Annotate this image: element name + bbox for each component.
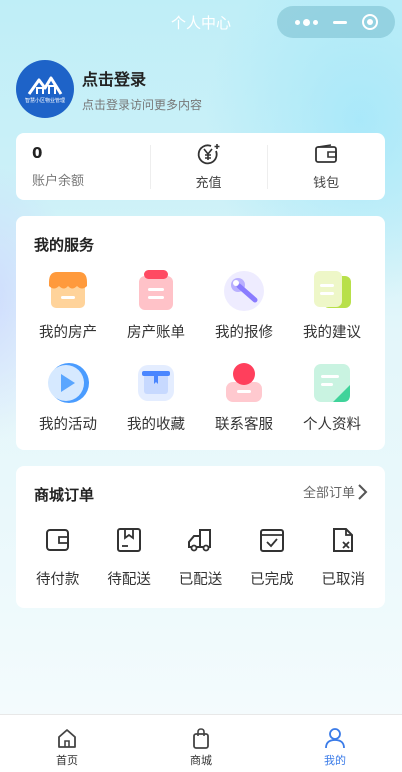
service-my-repair[interactable]: 我的报修 (200, 268, 288, 360)
building-logo-icon (27, 76, 63, 95)
order-label: 已配送 (178, 572, 223, 588)
shopping-bag-icon (193, 728, 209, 749)
order-label: 待配送 (107, 572, 151, 588)
balance-card: 0 账户余额 充值 钱包 (16, 133, 385, 200)
orders-card: 商城订单 全部订单 待付款 待配送 已配送 已完成 已取消 (16, 466, 385, 608)
service-label: 个人资料 (303, 417, 361, 433)
order-status-row: 待付款 待配送 已配送 已完成 已取消 (16, 526, 385, 589)
wallet-icon (44, 526, 72, 554)
recharge-label: 充值 (195, 175, 222, 191)
package-icon (115, 526, 143, 554)
login-profile[interactable]: 智慧小区物业管理 点击登录 点击登录访问更多内容 (16, 60, 202, 118)
order-pending-delivery[interactable]: 待配送 (94, 526, 164, 589)
order-cancelled[interactable]: 已取消 (308, 526, 378, 589)
service-contact-support[interactable]: 联系客服 (200, 360, 288, 452)
recharge-icon (197, 143, 221, 165)
truck-icon (186, 526, 214, 554)
account-balance[interactable]: 0 账户余额 (16, 133, 150, 200)
service-label: 我的建议 (303, 325, 361, 341)
wrench-icon (221, 268, 267, 314)
services-title: 我的服务 (34, 236, 95, 254)
service-personal-info[interactable]: 个人资料 (288, 360, 376, 452)
services-grid: 我的房产 房产账单 我的报修 我的建议 我的活动 我的收藏 联系客服 个人资料 (16, 268, 385, 452)
service-label: 联系客服 (215, 417, 273, 433)
service-label: 我的房产 (39, 325, 97, 341)
profile-icon (309, 360, 355, 406)
collect-icon (133, 360, 179, 406)
page-title: 个人中心 (170, 13, 231, 32)
service-my-suggestion[interactable]: 我的建议 (288, 268, 376, 360)
order-label: 已取消 (321, 572, 366, 588)
play-icon (45, 360, 91, 406)
tab-label: 我的 (324, 754, 346, 767)
service-label: 我的报修 (215, 325, 273, 341)
service-label: 我的收藏 (127, 417, 185, 433)
service-label: 我的活动 (39, 417, 97, 433)
bill-icon (133, 268, 179, 314)
wallet-icon (314, 143, 338, 165)
tab-home[interactable]: 首页 (0, 715, 134, 772)
wallet-label: 钱包 (313, 175, 340, 191)
home-icon (58, 729, 76, 748)
balance-amount: 0 (32, 144, 43, 162)
wallet-button[interactable]: 钱包 (267, 133, 385, 200)
order-label: 已完成 (250, 572, 294, 588)
service-my-property[interactable]: 我的房产 (24, 268, 112, 360)
order-pending-payment[interactable]: 待付款 (23, 526, 93, 589)
services-card: 我的服务 我的房产 房产账单 我的报修 我的建议 我的活动 我的收藏 联系客服 … (16, 216, 385, 450)
chevron-right-icon (358, 483, 368, 500)
minimize-icon[interactable] (332, 20, 347, 24)
order-completed[interactable]: 已完成 (237, 526, 307, 589)
shop-icon (45, 268, 91, 314)
service-my-activity[interactable]: 我的活动 (24, 360, 112, 452)
tab-mine[interactable]: 我的 (268, 715, 402, 772)
bottom-tab-bar: 首页 商城 我的 (0, 714, 402, 772)
service-my-collection[interactable]: 我的收藏 (112, 360, 200, 452)
recharge-button[interactable]: 充值 (149, 133, 268, 200)
close-icon[interactable] (361, 14, 378, 30)
service-label: 房产账单 (127, 325, 185, 341)
top-navigation-bar: 个人中心 (0, 0, 402, 44)
order-delivered[interactable]: 已配送 (165, 526, 235, 589)
cancel-file-icon (329, 526, 357, 554)
tab-label: 商城 (190, 754, 212, 767)
suggestion-icon (309, 268, 355, 314)
balance-label: 账户余额 (32, 174, 85, 189)
service-icon (221, 360, 267, 406)
avatar-text: 智慧小区物业管理 (24, 98, 65, 104)
avatar[interactable]: 智慧小区物业管理 (16, 60, 74, 118)
login-subtitle: 点击登录访问更多内容 (82, 97, 203, 112)
login-title[interactable]: 点击登录 (82, 66, 202, 90)
mini-program-capsule (277, 6, 395, 38)
service-property-bill[interactable]: 房产账单 (112, 268, 200, 360)
orders-title: 商城订单 (34, 486, 95, 504)
more-icon[interactable] (294, 18, 318, 26)
all-orders-label: 全部订单 (302, 486, 355, 501)
tab-mall[interactable]: 商城 (134, 715, 268, 772)
all-orders-link[interactable]: 全部订单 (303, 482, 369, 501)
check-calendar-icon (258, 526, 286, 554)
tab-label: 首页 (56, 754, 78, 767)
user-icon (325, 728, 345, 749)
order-label: 待付款 (35, 572, 80, 588)
